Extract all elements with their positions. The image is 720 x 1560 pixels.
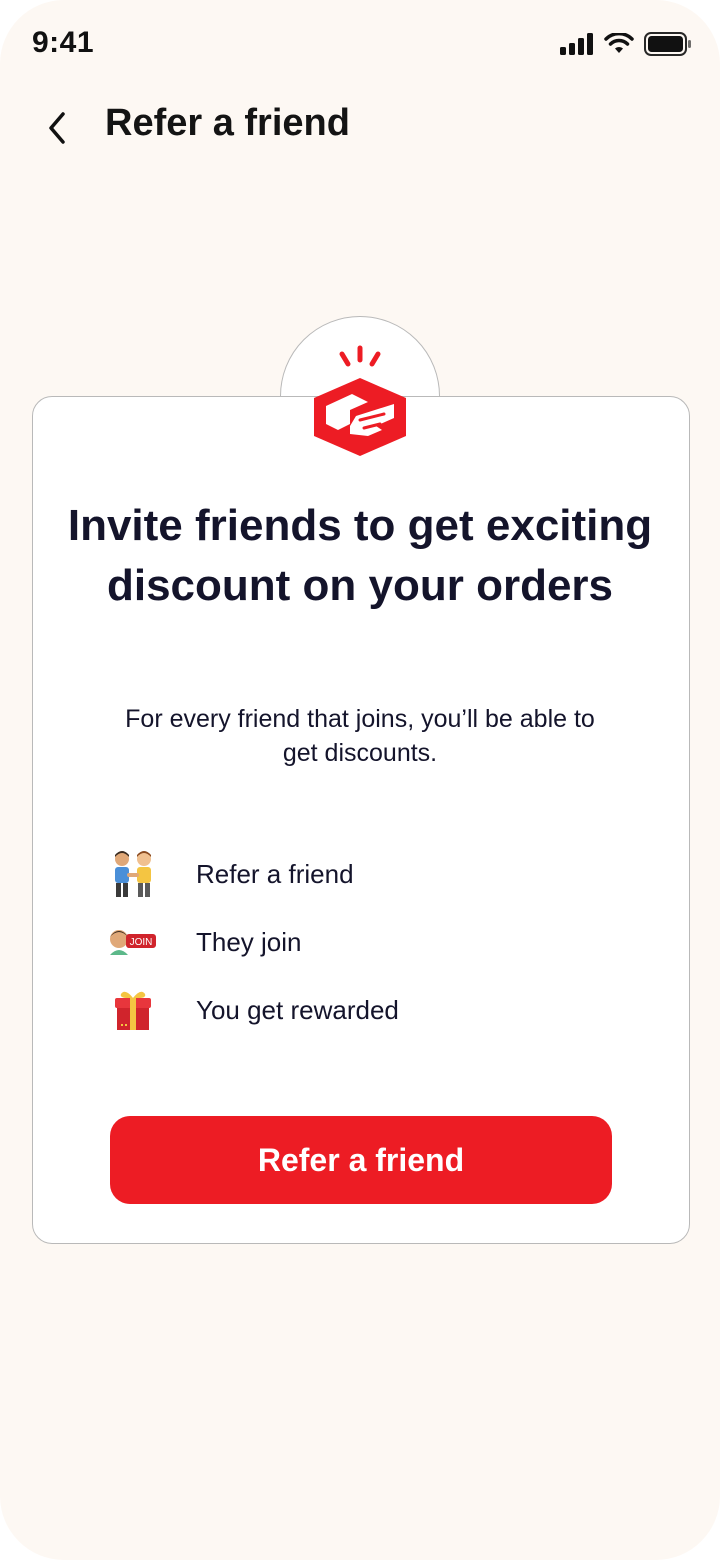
header: Refer a friend	[0, 96, 720, 160]
step-reward: You get rewarded	[108, 985, 588, 1035]
cellular-signal-icon	[560, 33, 593, 55]
gift-box-icon	[108, 985, 158, 1035]
step-refer: Refer a friend	[108, 849, 588, 899]
wifi-icon	[604, 33, 634, 53]
join-badge-text: JOIN	[130, 937, 153, 948]
step-join: JOIN They join	[108, 917, 588, 967]
brand-logo-icon	[314, 345, 406, 456]
phone-screen: 9:41 Refer a friend Invite friends to ge…	[0, 0, 720, 1560]
step-label: They join	[196, 926, 302, 957]
chevron-left-icon	[49, 112, 65, 144]
refer-a-friend-button[interactable]: Refer a friend	[110, 1116, 612, 1204]
page-title: Refer a friend	[105, 102, 350, 144]
card-subtext: For every friend that joins, you’ll be a…	[125, 705, 595, 767]
status-bar: 9:41	[0, 0, 720, 90]
card-headline: Invite friends to get exciting discount …	[67, 501, 653, 610]
status-time: 9:41	[32, 26, 95, 59]
status-icons	[560, 32, 692, 56]
battery-icon	[644, 32, 691, 56]
back-button[interactable]	[30, 100, 86, 156]
person-join-badge-icon: JOIN	[108, 917, 158, 967]
friends-holding-hands-icon	[108, 849, 158, 899]
step-label: You get rewarded	[196, 994, 399, 1025]
step-label: Refer a friend	[196, 858, 354, 889]
